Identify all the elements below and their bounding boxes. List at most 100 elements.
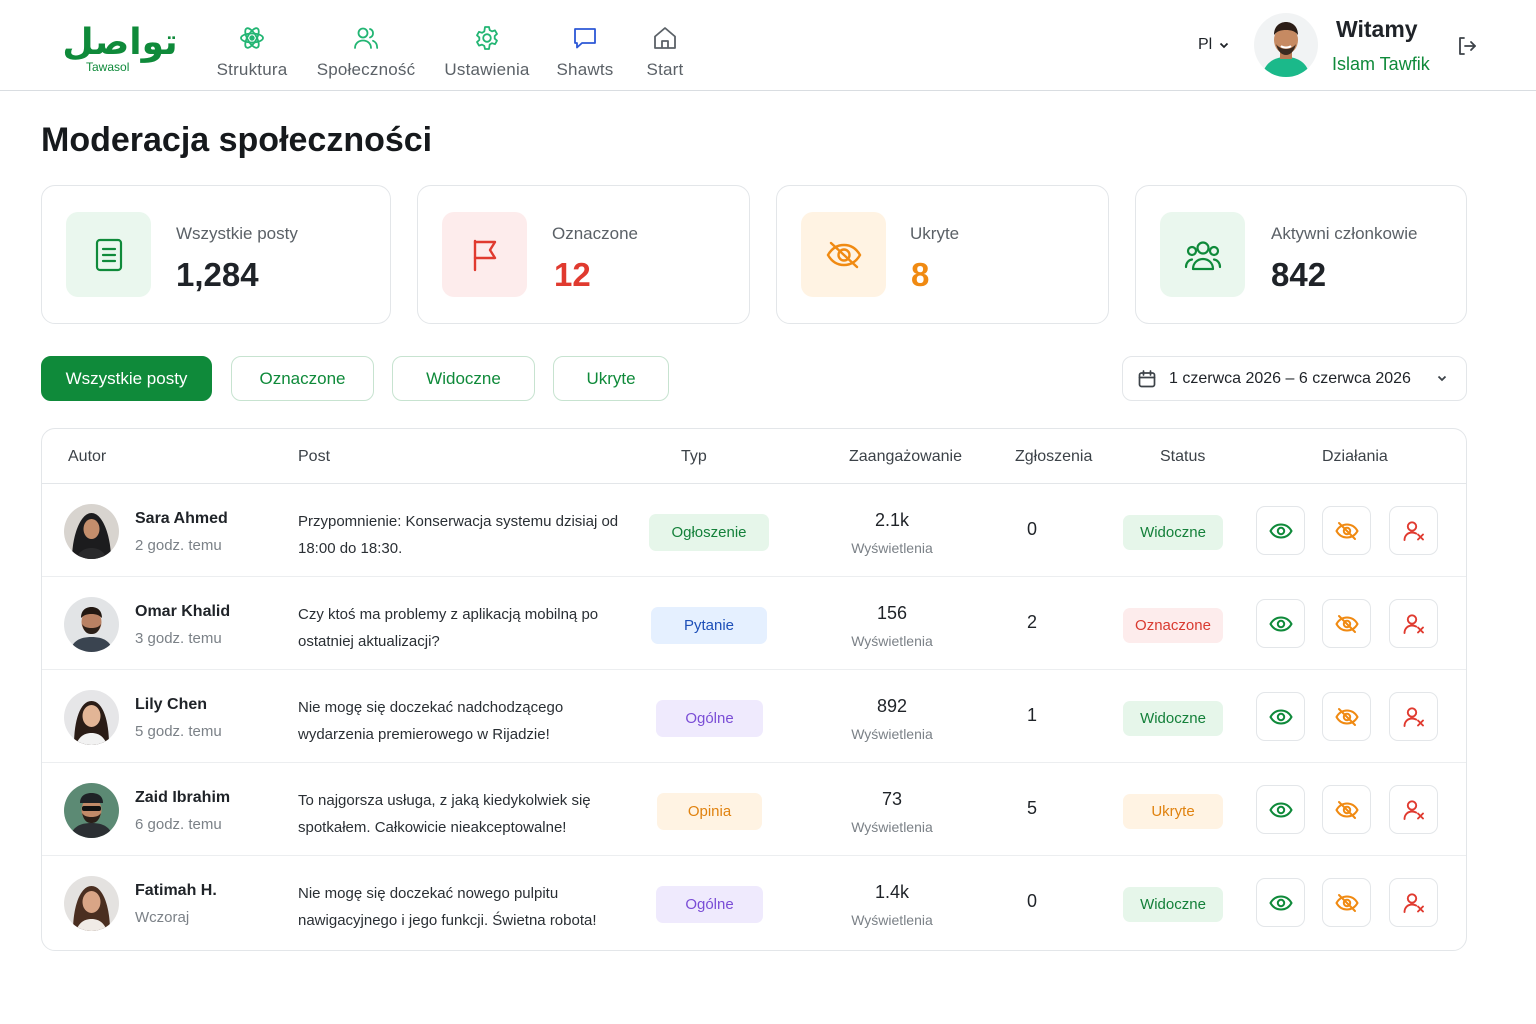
- nav-item-home[interactable]: Start: [640, 24, 690, 80]
- engagement-label: Wyświetlenia: [851, 819, 933, 835]
- stat-value: 12: [554, 256, 591, 293]
- reports-count: 0: [1026, 519, 1037, 539]
- status-badge: Ukryte: [1123, 794, 1223, 829]
- post-time: 2 godz. temu: [135, 537, 222, 554]
- stat-icon-box: [66, 212, 151, 297]
- post-text: Przypomnienie: Konserwacja systemu dzisi…: [298, 513, 619, 557]
- nav-item-shawts[interactable]: Shawts: [553, 24, 617, 80]
- stat-label: Aktywni członkowie: [1271, 224, 1418, 243]
- stat-label: Oznaczone: [552, 224, 638, 243]
- table-row: Fatimah H. Wczoraj Nie mogę się doczekać…: [42, 856, 1466, 949]
- home-icon: [654, 27, 676, 49]
- stat-icon-box: [442, 212, 527, 297]
- nav-label: Ustawienia: [444, 60, 530, 79]
- view-button[interactable]: [1256, 692, 1305, 741]
- greeting-text: Witamy: [1336, 16, 1418, 42]
- stat-value: 8: [911, 256, 930, 293]
- type-badge: Pytanie: [651, 607, 767, 644]
- view-button[interactable]: [1256, 599, 1305, 648]
- nav-item-structure[interactable]: Struktura: [214, 24, 290, 80]
- post-time: 3 godz. temu: [135, 630, 222, 647]
- eye-off-icon: [1334, 707, 1359, 726]
- column-header-type: Typ: [681, 448, 707, 465]
- stat-card-flagged: Oznaczone 12: [417, 185, 750, 324]
- eye-icon: [1268, 708, 1293, 725]
- author-name: Zaid Ibrahim: [135, 789, 231, 806]
- nav-label: Shawts: [556, 60, 614, 79]
- column-header-actions: Działania: [1322, 448, 1388, 465]
- column-header-engagement: Zaangażowanie: [849, 448, 962, 465]
- type-badge: Opinia: [657, 793, 762, 830]
- status-badge: Oznaczone: [1123, 608, 1223, 643]
- filter-tab-all-posts[interactable]: Wszystkie posty: [41, 356, 212, 401]
- engagement-value: 2.1k: [874, 510, 910, 530]
- engagement-label: Wyświetlenia: [851, 633, 933, 649]
- page-title: Moderacja społeczności: [41, 121, 433, 159]
- date-range-picker[interactable]: 1 czerwca 2026 – 6 czerwca 2026: [1122, 356, 1467, 401]
- post-text: To najgorsza usługa, z jaką kiedykolwiek…: [298, 792, 591, 836]
- stat-card-all-posts: Wszystkie posty 1,284: [41, 185, 391, 324]
- hide-button[interactable]: [1322, 599, 1371, 648]
- hide-button[interactable]: [1322, 692, 1371, 741]
- ban-user-button[interactable]: [1389, 599, 1438, 648]
- reports-count: 2: [1026, 612, 1037, 632]
- stat-card-active-members: Aktywni członkowie 842: [1135, 185, 1467, 324]
- hide-button[interactable]: [1322, 785, 1371, 834]
- date-range-text: 1 czerwca 2026 – 6 czerwca 2026: [1169, 369, 1411, 387]
- column-header-reports: Zgłoszenia: [1015, 448, 1093, 465]
- filter-tab-visible[interactable]: Widoczne: [392, 356, 535, 401]
- users-icon: [1184, 240, 1221, 270]
- table-header: Autor Post Typ Zaangażowanie Zgłoszenia …: [42, 429, 1466, 484]
- nav-label: Start: [646, 60, 684, 79]
- logo-english-text: Tawasol: [86, 60, 130, 74]
- view-button[interactable]: [1256, 506, 1305, 555]
- remove-user-icon: [1403, 892, 1424, 913]
- nav-label: Społeczność: [316, 60, 416, 79]
- stat-label: Ukryte: [910, 224, 960, 243]
- chat-bubble-icon: [574, 28, 596, 49]
- hide-button[interactable]: [1322, 878, 1371, 927]
- post-time: Wczoraj: [135, 909, 190, 926]
- filter-tab-hidden[interactable]: Ukryte: [553, 356, 669, 401]
- nav-item-settings[interactable]: Ustawienia: [442, 24, 532, 80]
- nav-item-community[interactable]: Społeczność: [313, 24, 419, 80]
- stat-value: 842: [1271, 256, 1327, 293]
- stat-value: 1,284: [176, 256, 259, 293]
- chevron-down-icon: [1220, 42, 1229, 49]
- avatar[interactable]: [1254, 13, 1318, 77]
- engagement-value: 1.4k: [874, 882, 910, 902]
- eye-off-icon: [1334, 800, 1359, 819]
- filter-tab-flagged[interactable]: Oznaczone: [231, 356, 374, 401]
- status-badge: Widoczne: [1123, 887, 1223, 922]
- table-row: Lily Chen 5 godz. temu Nie mogę się docz…: [42, 670, 1466, 763]
- calendar-icon: [1138, 369, 1156, 387]
- avatar: [64, 876, 119, 931]
- avatar: [64, 783, 119, 838]
- moderation-table: Autor Post Typ Zaangażowanie Zgłoszenia …: [41, 428, 1467, 951]
- avatar: [64, 597, 119, 652]
- view-button[interactable]: [1256, 878, 1305, 927]
- eye-icon: [1268, 894, 1293, 911]
- engagement-label: Wyświetlenia: [851, 726, 933, 742]
- view-button[interactable]: [1256, 785, 1305, 834]
- chevron-down-icon: [1437, 375, 1447, 382]
- ban-user-button[interactable]: [1389, 878, 1438, 927]
- table-row: Sara Ahmed 2 godz. temu Przypomnienie: K…: [42, 484, 1466, 577]
- engagement-label: Wyświetlenia: [851, 912, 933, 928]
- author-name: Lily Chen: [135, 696, 208, 713]
- status-badge: Widoczne: [1123, 701, 1223, 736]
- type-badge: Ogólne: [656, 886, 763, 923]
- ban-user-button[interactable]: [1389, 506, 1438, 555]
- post-text: Nie mogę się doczekać nadchodzącego wyda…: [298, 699, 564, 743]
- post-time: 6 godz. temu: [135, 816, 222, 833]
- ban-user-button[interactable]: [1389, 785, 1438, 834]
- stat-label: Wszystkie posty: [176, 224, 298, 243]
- logout-button[interactable]: [1455, 34, 1479, 63]
- language-selector[interactable]: Pl: [1198, 36, 1230, 54]
- top-bar: تواصل Tawasol Struktura Społeczność Usta…: [0, 0, 1536, 91]
- hide-button[interactable]: [1322, 506, 1371, 555]
- flag-icon: [473, 239, 496, 271]
- remove-user-icon: [1403, 520, 1424, 541]
- logo[interactable]: تواصل Tawasol: [58, 20, 182, 78]
- ban-user-button[interactable]: [1389, 692, 1438, 741]
